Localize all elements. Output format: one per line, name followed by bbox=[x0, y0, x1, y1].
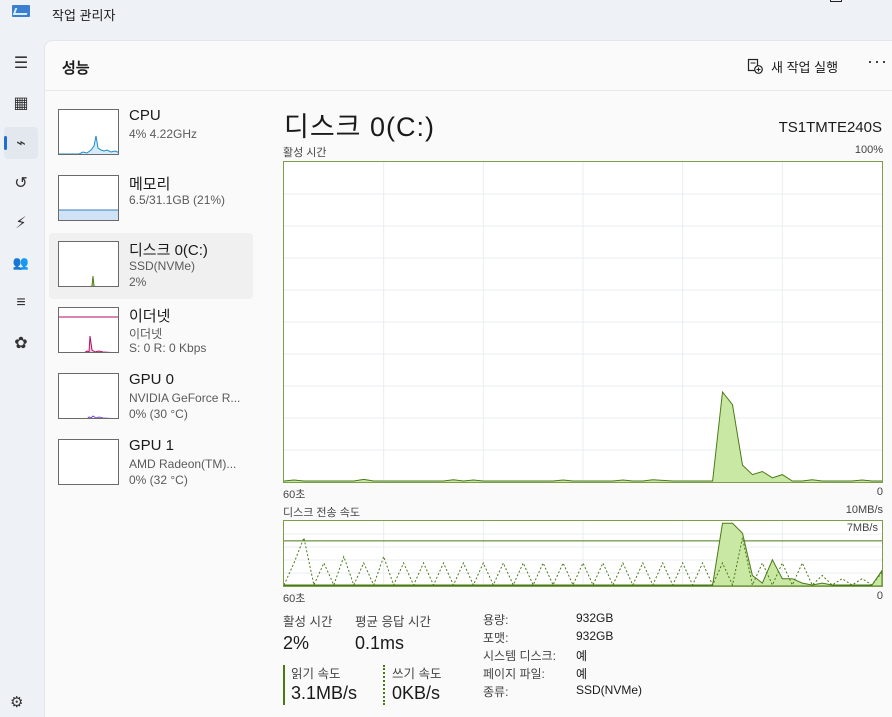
write-speed-value: 0KB/s bbox=[392, 683, 441, 703]
capacity-value: 932GB bbox=[576, 611, 614, 625]
read-speed-label: 읽기 속도 bbox=[291, 667, 341, 681]
active-time-value: 2% bbox=[283, 633, 310, 653]
nav-details[interactable]: ≡ bbox=[4, 287, 38, 319]
page-header: 성능 새 작업 실행 ··· bbox=[45, 41, 892, 91]
new-task-icon bbox=[747, 58, 763, 74]
active-time-chart-max: 100% bbox=[854, 144, 883, 156]
startup-apps-icon: ⚡ bbox=[15, 215, 27, 232]
device-detail: AMD Radeon(TM)... bbox=[129, 457, 237, 471]
device-detail: NVIDIA GeForce R... bbox=[129, 391, 241, 405]
active-time-x-left: 60초 bbox=[283, 489, 306, 501]
active-time-chart bbox=[283, 161, 883, 483]
device-name: 디스크 0(C:) bbox=[129, 242, 208, 259]
disk-title: 디스크 0(C:) bbox=[284, 112, 436, 142]
page-title: 성능 bbox=[62, 60, 90, 77]
system-disk-value: 예 bbox=[576, 649, 588, 663]
minimize-button[interactable] bbox=[770, 0, 816, 8]
performance-icon: ⌁ bbox=[16, 135, 26, 152]
active-time-x-right: 0 bbox=[876, 486, 883, 498]
type-value: SSD(NVMe) bbox=[576, 683, 643, 697]
read-speed-value: 3.1MB/s bbox=[291, 683, 358, 703]
system-disk-label: 시스템 디스크: bbox=[483, 649, 556, 663]
device-name: GPU 1 bbox=[129, 437, 175, 454]
avg-response-label: 평균 응답 시간 bbox=[355, 615, 431, 629]
nav-users[interactable]: 👥 bbox=[4, 247, 38, 279]
device-detail: SSD(NVMe) bbox=[129, 259, 196, 273]
device-detail-2: S: 0 R: 0 Kbps bbox=[129, 341, 207, 355]
hamburger-menu-button[interactable]: ☰ bbox=[4, 47, 38, 79]
transfer-ref-label: 7MB/s bbox=[846, 522, 878, 534]
close-button[interactable] bbox=[858, 0, 892, 8]
title-bar: 작업 관리자 bbox=[0, 0, 892, 32]
write-speed-label: 쓰기 속도 bbox=[392, 667, 442, 681]
device-name: GPU 0 bbox=[129, 371, 175, 388]
device-item-ethernet[interactable]: 이더넷 이더넷 S: 0 R: 0 Kbps bbox=[49, 299, 253, 365]
device-item-gpu-0[interactable]: GPU 0 NVIDIA GeForce R... 0% (30 °C) bbox=[49, 365, 253, 431]
device-detail: 이더넷 bbox=[129, 327, 163, 341]
write-speed-indicator bbox=[383, 665, 385, 705]
device-list: CPU 4% 4.22GHz 메모리 6.5/31.1GB (21%) 디스크 … bbox=[49, 101, 253, 497]
transfer-x-left: 60초 bbox=[283, 593, 306, 605]
formatted-label: 포맷: bbox=[483, 631, 509, 645]
device-detail: 4% 4.22GHz bbox=[129, 127, 198, 141]
disk-model: TS1TMTE240S bbox=[778, 119, 882, 136]
nav-startup-apps[interactable]: ⚡ bbox=[4, 207, 38, 239]
device-detail-2: 2% bbox=[129, 275, 147, 289]
nav-processes[interactable]: ▦ bbox=[4, 87, 38, 119]
active-time-label: 활성 시간 bbox=[283, 615, 333, 629]
window-title: 작업 관리자 bbox=[52, 8, 116, 23]
disk-thumbnail-graph bbox=[58, 241, 119, 287]
page-file-value: 예 bbox=[576, 667, 588, 681]
read-speed-indicator bbox=[283, 665, 285, 705]
device-detail-2: 0% (30 °C) bbox=[129, 407, 188, 421]
device-item-disk-0[interactable]: 디스크 0(C:) SSD(NVMe) 2% bbox=[49, 233, 253, 299]
ethernet-thumbnail-graph bbox=[58, 307, 119, 353]
services-icon: ✿ bbox=[14, 335, 28, 352]
details-icon: ≡ bbox=[16, 294, 26, 311]
type-label: 종류: bbox=[483, 685, 509, 699]
transfer-rate-chart: 7MB/s bbox=[283, 520, 883, 587]
hamburger-icon: ☰ bbox=[13, 55, 29, 72]
active-time-chart-svg bbox=[283, 162, 882, 482]
transfer-rate-chart-svg bbox=[283, 521, 883, 587]
avg-response-value: 0.1ms bbox=[355, 633, 405, 653]
processes-icon: ▦ bbox=[13, 95, 29, 112]
app-history-icon: ↺ bbox=[14, 175, 28, 192]
task-manager-app-icon bbox=[12, 5, 30, 17]
active-time-chart-label: 활성 시간 bbox=[283, 147, 327, 159]
nav-app-history[interactable]: ↺ bbox=[4, 167, 38, 199]
device-detail: 6.5/31.1GB (21%) bbox=[129, 193, 226, 207]
gpu0-thumbnail-graph bbox=[58, 373, 119, 419]
device-item-gpu-1[interactable]: GPU 1 AMD Radeon(TM)... 0% (32 °C) bbox=[49, 431, 253, 497]
formatted-value: 932GB bbox=[576, 629, 614, 643]
device-item-memory[interactable]: 메모리 6.5/31.1GB (21%) bbox=[49, 167, 253, 233]
navigation-rail: ☰ ▦ ⌁ ↺ ⚡ 👥 ≡ ✿ bbox=[0, 40, 44, 717]
page-file-label: 페이지 파일: bbox=[483, 667, 545, 681]
maximize-button[interactable] bbox=[812, 0, 858, 8]
more-options-button[interactable]: ··· bbox=[867, 51, 888, 72]
device-name: 이더넷 bbox=[129, 308, 171, 325]
transfer-chart-label: 디스크 전송 속도 bbox=[283, 507, 360, 519]
device-name: 메모리 bbox=[129, 176, 171, 193]
nav-performance[interactable]: ⌁ bbox=[4, 127, 38, 159]
main-panel: 성능 새 작업 실행 ··· CPU 4% 4.22GHz 메모리 6.5/31… bbox=[44, 40, 892, 717]
device-detail-2: 0% (32 °C) bbox=[129, 473, 188, 487]
run-new-task-button[interactable]: 새 작업 실행 bbox=[747, 53, 838, 79]
settings-icon[interactable]: ⚙ bbox=[10, 693, 23, 711]
users-icon: 👥 bbox=[12, 255, 30, 270]
transfer-x-right: 0 bbox=[876, 590, 883, 602]
nav-services[interactable]: ✿ bbox=[4, 327, 38, 359]
gpu1-thumbnail-graph bbox=[58, 439, 119, 485]
memory-thumbnail-graph bbox=[58, 175, 119, 221]
device-name: CPU bbox=[129, 107, 161, 124]
cpu-thumbnail-graph bbox=[58, 109, 119, 155]
run-new-task-label: 새 작업 실행 bbox=[771, 59, 839, 75]
device-item-cpu[interactable]: CPU 4% 4.22GHz bbox=[49, 101, 253, 167]
transfer-chart-max: 10MB/s bbox=[845, 504, 883, 516]
capacity-label: 용량: bbox=[483, 613, 509, 627]
